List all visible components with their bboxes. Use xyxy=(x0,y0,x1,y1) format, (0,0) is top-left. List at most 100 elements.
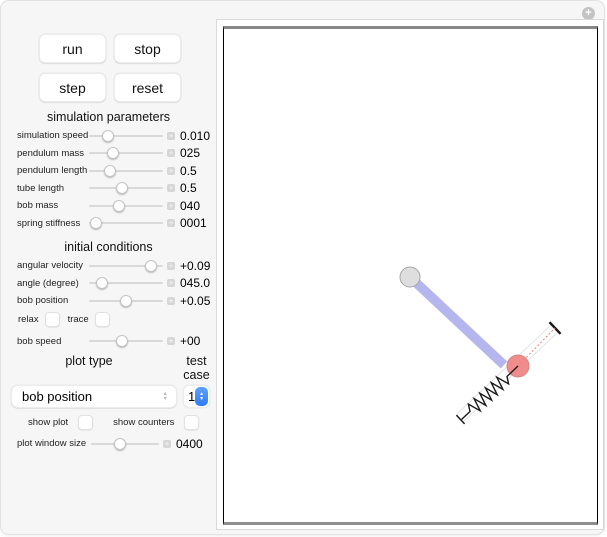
stepper-up-down-icon[interactable]: ▲ ▼ xyxy=(195,387,208,406)
relax-trace-row: relax trace xyxy=(1,310,216,330)
slider-thumb[interactable] xyxy=(120,294,132,307)
slider-value: 045.0 xyxy=(180,276,211,291)
chevron-up-down-icon: ▲ ▼ xyxy=(162,390,168,402)
tube-end-cap xyxy=(455,414,466,425)
slider-row: plot window size + 0400 xyxy=(1,435,216,453)
slider-value: 0.5 xyxy=(180,181,197,196)
show-options-row: show plot show counters xyxy=(1,412,216,432)
expand-slider-icon[interactable]: + xyxy=(167,296,175,305)
slider-thumb[interactable] xyxy=(106,147,119,160)
expand-slider-icon[interactable]: + xyxy=(167,261,175,270)
stop-button[interactable]: stop xyxy=(114,34,181,63)
expand-slider-icon[interactable]: + xyxy=(167,149,175,158)
simulation-canvas xyxy=(223,26,598,525)
relax-checkbox[interactable] xyxy=(44,312,60,327)
expand-slider-icon[interactable]: + xyxy=(167,279,175,288)
run-button[interactable]: run xyxy=(39,34,106,63)
slider-row: bob position + +0.05 xyxy=(1,292,216,310)
plot-type-select[interactable]: bob position ▲ ▼ xyxy=(11,385,177,408)
slider-thumb[interactable] xyxy=(101,129,114,142)
slider-value: +0.05 xyxy=(180,293,211,308)
slider-thumb[interactable] xyxy=(145,259,158,272)
slider-label: angular velocity xyxy=(17,260,84,272)
slider-label: bob speed xyxy=(17,335,62,347)
slider-row: bob mass + 040 xyxy=(1,197,216,215)
slider-thumb[interactable] xyxy=(103,164,116,177)
show-counters-label: show counters xyxy=(113,416,175,428)
slider-row: spring stiffness + 0001 xyxy=(1,215,216,233)
plot-type-heading: plot type xyxy=(65,354,113,368)
slider-thumb[interactable] xyxy=(116,335,129,348)
control-panel: run stop step reset simulation parameter… xyxy=(1,1,216,453)
slider-row: pendulum length + 0.5 xyxy=(1,162,216,180)
expand-slider-icon[interactable]: + xyxy=(167,201,175,210)
expand-slider-icon[interactable]: + xyxy=(167,184,175,193)
bob-mass-slider[interactable] xyxy=(89,199,163,212)
step-button[interactable]: step xyxy=(39,73,106,102)
relax-label: relax xyxy=(18,314,39,325)
plot-selectors-row: bob position ▲ ▼ 1 ▲ ▼ xyxy=(11,385,216,408)
plot-headings-row: plot type test case xyxy=(1,354,216,382)
slider-value: 0.5 xyxy=(180,163,197,178)
show-plot-label: show plot xyxy=(28,416,69,428)
slider-row: angular velocity + +0.09 xyxy=(1,257,216,275)
trace-label: trace xyxy=(67,314,89,325)
slider-row: bob speed + +00 xyxy=(1,333,216,351)
slider-value: 0001 xyxy=(180,216,207,231)
reset-button[interactable]: reset xyxy=(114,73,181,102)
expand-slider-icon[interactable]: + xyxy=(167,131,175,140)
slider-value: 0400 xyxy=(176,436,203,451)
slider-thumb[interactable] xyxy=(116,182,129,195)
pendulum-rod xyxy=(406,273,508,369)
demonstration-window: + run stop step reset simulation paramet… xyxy=(0,0,605,535)
slider-label: bob position xyxy=(17,295,69,307)
trace-checkbox[interactable] xyxy=(94,312,110,327)
slider-label: tube length xyxy=(17,182,65,194)
slider-value: +0.09 xyxy=(180,258,211,273)
slider-thumb[interactable] xyxy=(113,199,126,212)
test-case-stepper[interactable]: 1 ▲ ▼ xyxy=(183,385,210,408)
plot-type-value: bob position xyxy=(22,389,93,404)
slider-row: pendulum mass + 025 xyxy=(1,145,216,163)
slider-row: angle (degree) + 045.0 xyxy=(1,275,216,293)
slider-thumb[interactable] xyxy=(95,277,108,290)
angle-degree-slider[interactable] xyxy=(89,277,163,290)
expand-slider-icon[interactable]: + xyxy=(163,439,171,448)
angular-velocity-slider[interactable] xyxy=(89,259,163,272)
slider-label: spring stiffness xyxy=(17,217,81,229)
slider-thumb[interactable] xyxy=(113,437,126,450)
slider-label: pendulum length xyxy=(17,165,88,177)
simulation-speed-slider[interactable] xyxy=(89,129,163,142)
test-case-value: 1 xyxy=(188,389,196,404)
expand-slider-icon[interactable]: + xyxy=(167,219,175,228)
slider-value: +00 xyxy=(180,334,201,349)
plot-window-size-slider[interactable] xyxy=(91,437,159,450)
slider-label: plot window size xyxy=(17,438,87,450)
slider-label: pendulum mass xyxy=(17,147,85,159)
pendulum-mass-slider[interactable] xyxy=(89,147,163,160)
spring xyxy=(461,365,519,421)
bob-speed-slider[interactable] xyxy=(89,335,163,348)
spring-stiffness-slider[interactable] xyxy=(89,217,163,230)
graphics-panel xyxy=(216,19,604,530)
slider-label: bob mass xyxy=(17,200,59,212)
pendulum-pivot xyxy=(399,266,421,288)
simulation-parameters-heading: simulation parameters xyxy=(47,110,170,124)
expand-slider-icon[interactable]: + xyxy=(167,337,175,346)
expand-slider-icon[interactable]: + xyxy=(167,166,175,175)
initial-conditions-heading: initial conditions xyxy=(64,240,153,254)
pendulum-drawing xyxy=(399,266,562,425)
bob-position-slider[interactable] xyxy=(89,294,163,307)
tube-length-slider[interactable] xyxy=(89,182,163,195)
show-counters-checkbox[interactable] xyxy=(184,414,200,430)
slider-value: 040 xyxy=(180,198,201,213)
slider-value: 0.010 xyxy=(180,128,211,143)
slider-label: simulation speed xyxy=(17,130,89,142)
slider-value: 025 xyxy=(180,146,201,161)
slider-row: tube length + 0.5 xyxy=(1,180,216,198)
test-case-heading: test case xyxy=(183,354,210,382)
slider-thumb[interactable] xyxy=(90,217,103,230)
show-plot-checkbox[interactable] xyxy=(78,414,94,430)
slider-label: angle (degree) xyxy=(17,277,79,289)
pendulum-length-slider[interactable] xyxy=(89,164,163,177)
